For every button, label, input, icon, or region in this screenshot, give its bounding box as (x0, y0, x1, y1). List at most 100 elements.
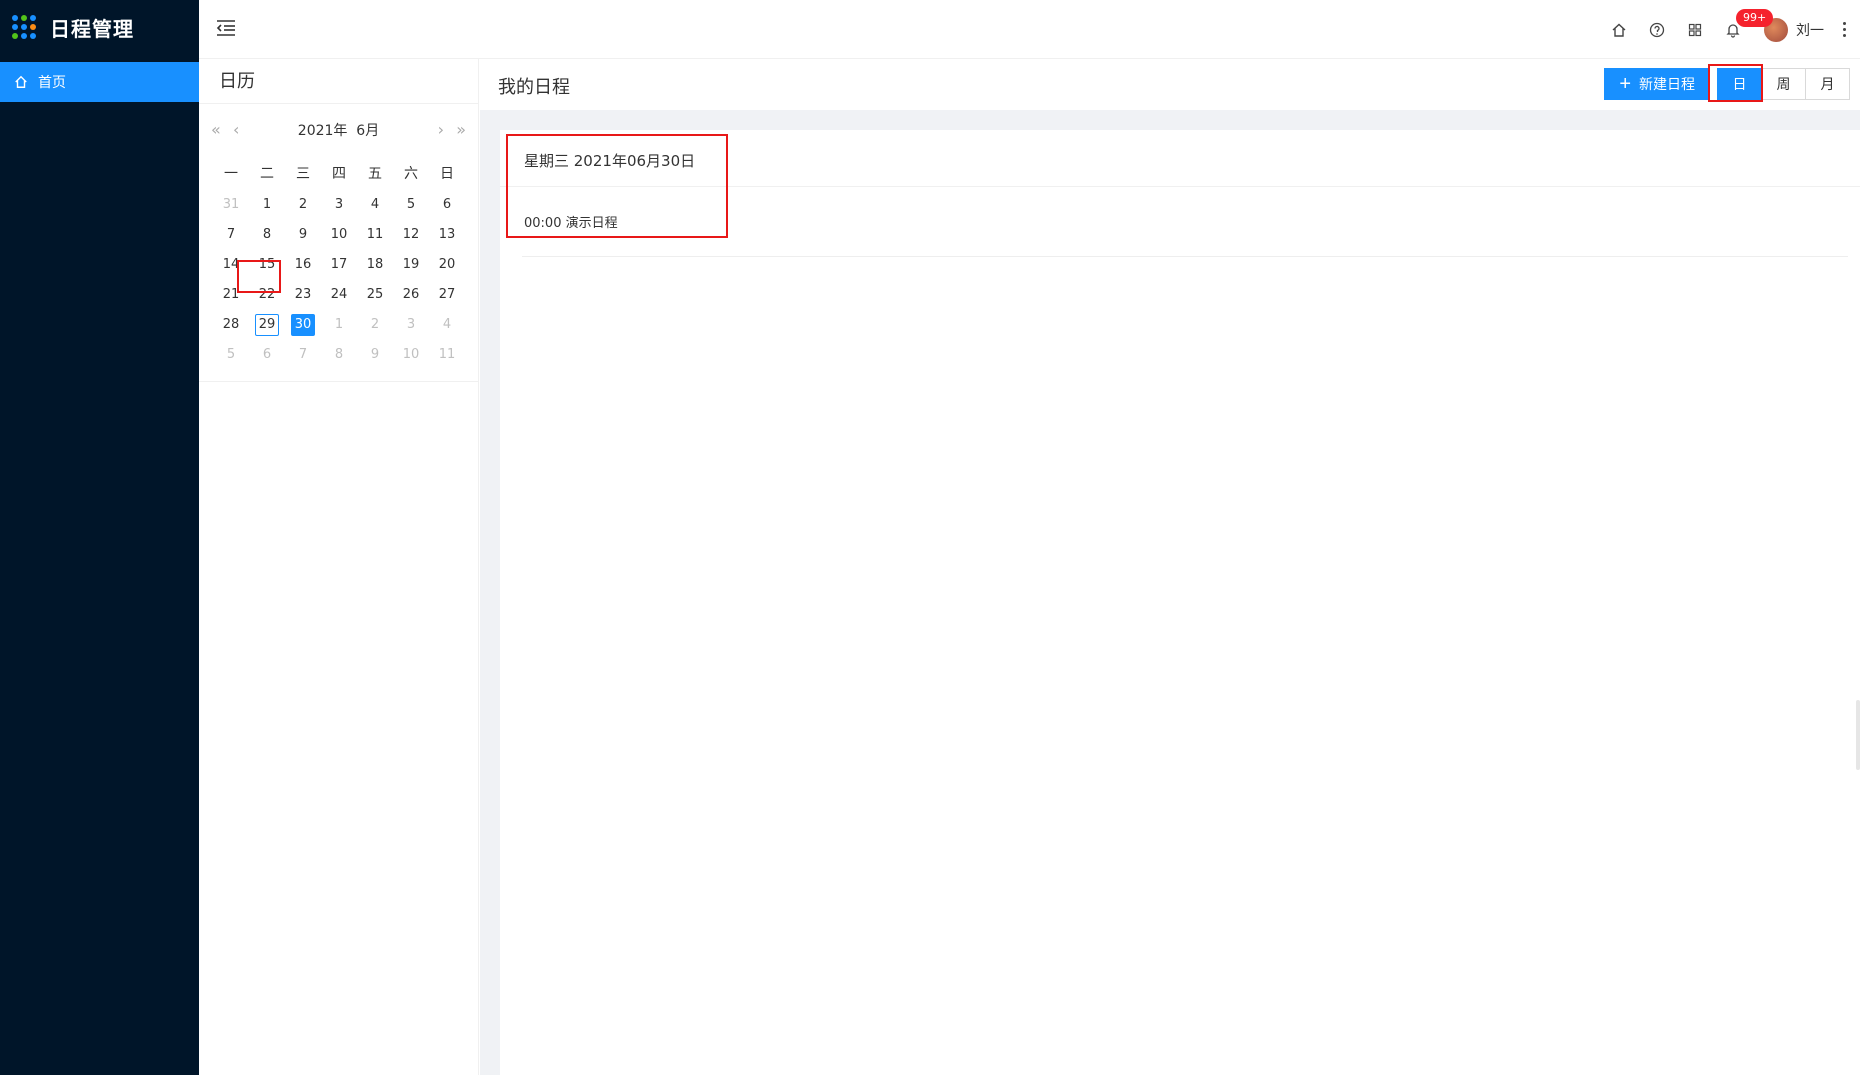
view-week-button[interactable]: 周 (1761, 68, 1806, 100)
calendar-day-cell[interactable]: 27 (429, 280, 465, 310)
calendar-day-cell[interactable]: 10 (393, 340, 429, 370)
calendar-day-cell[interactable]: 28 (213, 310, 249, 340)
user-name: 刘一 (1796, 22, 1824, 39)
event-name: 演示日程 (565, 216, 618, 231)
calendar-day-cell[interactable]: 12 (393, 220, 429, 250)
calendar-day-number: 23 (294, 287, 312, 302)
calendar-day-cell[interactable]: 6 (249, 340, 285, 370)
weekday-label: 二 (260, 166, 274, 182)
calendar-day-number: 21 (222, 287, 240, 302)
prev-year-icon[interactable]: « (211, 120, 221, 139)
sidebar-item-home[interactable]: 首页 (0, 62, 199, 102)
calendar-day-cell[interactable]: 5 (213, 340, 249, 370)
scrollbar-handle[interactable] (1856, 700, 1860, 770)
calendar-day-cell[interactable]: 17 (321, 250, 357, 280)
sidebar-item-label: 首页 (38, 75, 66, 91)
header-actions: 99+ 刘一 (1600, 0, 1860, 59)
day-date-title: 星期三 2021年06月30日 (524, 152, 696, 170)
calendar-day-cell[interactable]: 18 (357, 250, 393, 280)
calendar-day-cell[interactable]: 22 (249, 280, 285, 310)
apps-grid-icon (12, 15, 36, 39)
calendar-day-cell[interactable]: 25 (357, 280, 393, 310)
calendar-week-row: 14 15 16 17 18 19 20 (213, 250, 465, 280)
home-icon[interactable] (1600, 11, 1638, 49)
calendar-day-number: 19 (402, 257, 420, 272)
calendar-day-number: 11 (438, 347, 456, 362)
calendar-day-cell[interactable]: 5 (393, 190, 429, 220)
calendar-day-number: 17 (330, 257, 348, 272)
calendar-day-number: 1 (334, 317, 344, 332)
calendar-day-cell[interactable]: 11 (357, 220, 393, 250)
calendar-day-number: 7 (226, 227, 236, 242)
calendar-day-cell[interactable]: 3 (393, 310, 429, 340)
more-vertical-icon[interactable] (1832, 21, 1856, 39)
new-schedule-button[interactable]: + 新建日程 (1604, 68, 1710, 100)
calendar-day-number: 18 (366, 257, 384, 272)
calendar-day-cell[interactable]: 14 (213, 250, 249, 280)
calendar-panel-title: 日历 (199, 59, 478, 104)
calendar-day-cell[interactable]: 9 (285, 220, 321, 250)
calendar-day-cell[interactable]: 8 (249, 220, 285, 250)
top-header: 99+ 刘一 (199, 0, 1860, 59)
calendar-day-cell[interactable]: 20 (429, 250, 465, 280)
calendar-day-cell[interactable]: 30 (285, 310, 321, 340)
calendar-day-number: 5 (226, 347, 236, 362)
calendar-day-cell[interactable]: 1 (321, 310, 357, 340)
calendar-day-number: 9 (298, 227, 308, 242)
calendar-day-cell[interactable]: 6 (429, 190, 465, 220)
calendar-day-cell[interactable]: 13 (429, 220, 465, 250)
calendar-day-cell[interactable]: 15 (249, 250, 285, 280)
calendar-day-cell[interactable]: 21 (213, 280, 249, 310)
view-month-button[interactable]: 月 (1805, 68, 1850, 100)
help-icon[interactable] (1638, 11, 1676, 49)
calendar-day-cell[interactable]: 1 (249, 190, 285, 220)
calendar-day-cell[interactable]: 8 (321, 340, 357, 370)
calendar-day-cell[interactable]: 7 (285, 340, 321, 370)
calendar-nav: « ‹ 2021年 6月 › » (199, 104, 478, 156)
calendar-day-number: 25 (366, 287, 384, 302)
plus-icon: + (1619, 73, 1631, 95)
calendar-day-cell[interactable]: 29 (249, 310, 285, 340)
view-day-button[interactable]: 日 (1717, 68, 1762, 100)
calendar-week-row: 7 8 9 10 11 12 13 (213, 220, 465, 250)
calendar-week-row: 21 22 23 24 25 26 27 (213, 280, 465, 310)
prev-month-icon[interactable]: ‹ (233, 120, 239, 139)
calendar-day-number: 11 (366, 227, 384, 242)
event-time: 00:00 (524, 216, 562, 231)
calendar-day-cell[interactable]: 2 (357, 310, 393, 340)
day-schedule-card: 星期三 2021年06月30日 00:00 演示日程 (500, 130, 1860, 1075)
calendar-day-number: 22 (258, 287, 276, 302)
schedule-event[interactable]: 00:00 演示日程 (524, 212, 618, 231)
bell-icon[interactable]: 99+ (1714, 8, 1774, 49)
calendar-day-number: 31 (222, 197, 240, 212)
calendar-day-cell[interactable]: 10 (321, 220, 357, 250)
apps-icon[interactable] (1676, 11, 1714, 49)
calendar-day-cell[interactable]: 19 (393, 250, 429, 280)
calendar-week-row: 5 6 7 8 9 10 11 (213, 340, 465, 370)
calendar-day-cell[interactable]: 4 (429, 310, 465, 340)
next-year-icon[interactable]: » (456, 120, 466, 139)
calendar-day-cell[interactable]: 3 (321, 190, 357, 220)
calendar-day-number: 10 (330, 227, 348, 242)
calendar-day-cell[interactable]: 2 (285, 190, 321, 220)
calendar-day-cell[interactable]: 11 (429, 340, 465, 370)
calendar-day-number: 9 (370, 347, 380, 362)
calendar-day-cell[interactable]: 7 (213, 220, 249, 250)
calendar-day-cell[interactable]: 24 (321, 280, 357, 310)
calendar-day-cell[interactable]: 4 (357, 190, 393, 220)
calendar-day-cell[interactable]: 23 (285, 280, 321, 310)
user-menu[interactable]: 刘一 (1764, 17, 1824, 42)
next-month-icon[interactable]: › (438, 120, 444, 139)
weekday-label: 日 (440, 166, 454, 182)
calendar-day-number: 26 (402, 287, 420, 302)
calendar-day-cell[interactable]: 26 (393, 280, 429, 310)
calendar-day-number: 6 (262, 347, 272, 362)
calendar-day-cell[interactable]: 31 (213, 190, 249, 220)
calendar-day-cell[interactable]: 9 (357, 340, 393, 370)
menu-collapse-icon[interactable] (215, 18, 237, 38)
calendar-day-number: 24 (330, 287, 348, 302)
calendar-day-cell[interactable]: 16 (285, 250, 321, 280)
calendar-day-number: 27 (438, 287, 456, 302)
calendar-grid: 一二三四五六日 31 1 2 3 4 5 6 7 8 9 10 11 12 13 14 15 16 17 18 19 2… (213, 156, 465, 370)
calendar-day-number: 6 (442, 197, 452, 212)
